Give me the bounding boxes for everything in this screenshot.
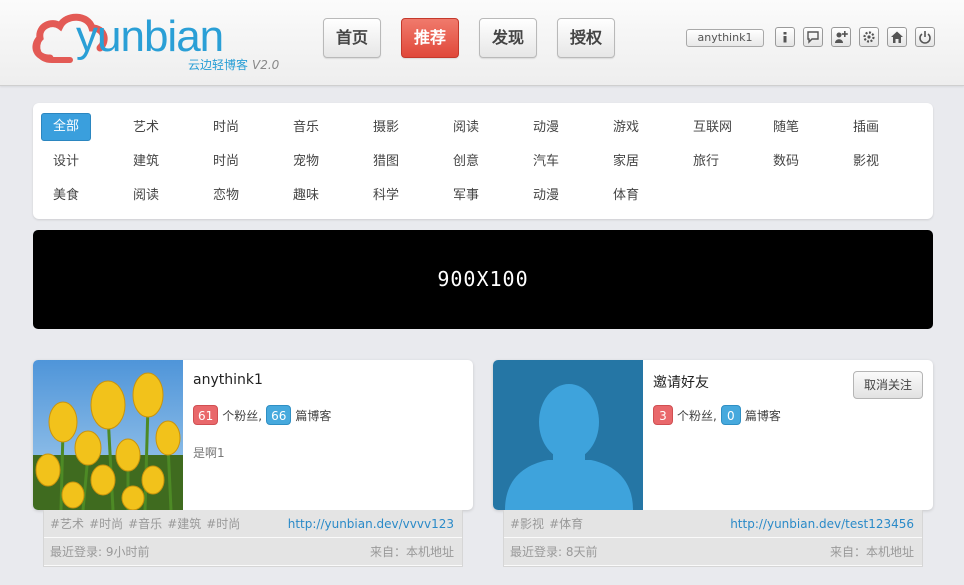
- user-card-footer: #艺术 #时尚 #音乐 #建筑 #时尚 http://yunbian.dev/vvvv1…: [43, 510, 463, 567]
- message-button[interactable]: [803, 27, 823, 47]
- tag[interactable]: #建筑: [167, 517, 201, 531]
- category-item[interactable]: 猎图: [361, 148, 411, 176]
- category-item[interactable]: 体育: [601, 182, 651, 210]
- category-item[interactable]: 旅行: [681, 148, 731, 176]
- user-card[interactable]: anythink1 61 个粉丝, 66 篇博客 是啊1: [33, 360, 473, 510]
- tag[interactable]: #时尚: [89, 517, 123, 531]
- category-item[interactable]: 军事: [441, 182, 491, 210]
- user-stats: 61 个粉丝, 66 篇博客: [193, 405, 335, 425]
- username-button[interactable]: anythink1: [686, 29, 764, 47]
- info-button[interactable]: [775, 27, 795, 47]
- category-item[interactable]: 趣味: [281, 182, 331, 210]
- category-item[interactable]: 时尚: [201, 114, 251, 142]
- add-friend-button[interactable]: [831, 27, 851, 47]
- top-header: yunbian 云边轻博客 V2.0 首页 推荐 发现 授权 anythink1: [0, 0, 964, 86]
- category-panel: 全部 艺术 时尚 音乐 摄影 阅读 动漫 游戏 互联网 随笔 插画 设计 建筑 …: [33, 103, 933, 219]
- tag-list: #影视 #体育: [510, 510, 588, 538]
- tag[interactable]: #时尚: [206, 517, 240, 531]
- power-icon: [919, 31, 931, 44]
- user-blog-link[interactable]: http://yunbian.dev/test123456: [730, 510, 914, 538]
- blogs-label: 篇博客: [295, 408, 332, 423]
- category-item[interactable]: 恋物: [201, 182, 251, 210]
- fans-label: 个粉丝,: [222, 408, 263, 423]
- category-item[interactable]: 动漫: [521, 114, 571, 142]
- user-blog-link[interactable]: http://yunbian.dev/vvvv123: [288, 510, 454, 538]
- category-item[interactable]: 阅读: [121, 182, 171, 210]
- fans-count-badge[interactable]: 61: [193, 405, 219, 425]
- tag[interactable]: #艺术: [50, 517, 84, 531]
- category-all[interactable]: 全部: [41, 113, 91, 141]
- category-item[interactable]: 影视: [841, 148, 891, 176]
- category-item[interactable]: 阅读: [441, 114, 491, 142]
- category-item[interactable]: 随笔: [761, 114, 811, 142]
- category-item[interactable]: 建筑: [121, 148, 171, 176]
- message-icon: [807, 31, 819, 44]
- last-login: 最近登录: 9小时前: [50, 545, 150, 559]
- category-item[interactable]: 美食: [41, 182, 91, 210]
- nav-recommend-button[interactable]: 推荐: [401, 18, 459, 58]
- tags-row: #影视 #体育 http://yunbian.dev/test123456: [504, 510, 922, 538]
- blog-count-badge[interactable]: 66: [266, 405, 292, 425]
- nav-discover-button[interactable]: 发现: [479, 18, 537, 58]
- settings-button[interactable]: [859, 27, 879, 47]
- last-login: 最近登录: 8天前: [510, 545, 598, 559]
- home-icon: [891, 31, 903, 43]
- tulips-image: [33, 360, 183, 510]
- user-card[interactable]: 邀请好友 取消关注 3 个粉丝, 0 篇博客: [493, 360, 933, 510]
- category-item[interactable]: 动漫: [521, 182, 571, 210]
- category-item[interactable]: 时尚: [201, 148, 251, 176]
- logo-tagline: 云边轻博客 V2.0: [188, 56, 279, 73]
- user-photo[interactable]: [493, 360, 643, 510]
- fans-count-badge[interactable]: 3: [653, 405, 673, 425]
- login-source: 来自：本机地址: [829, 545, 914, 559]
- category-item[interactable]: 科学: [361, 182, 411, 210]
- category-item[interactable]: 互联网: [681, 114, 747, 142]
- add-friend-icon: [835, 31, 848, 43]
- blogs-label: 篇博客: [744, 408, 781, 423]
- login-row: 最近登录: 9小时前 来自：本机地址: [44, 538, 462, 566]
- fans-label: 个粉丝,: [677, 408, 717, 423]
- category-item[interactable]: 音乐: [281, 114, 331, 142]
- category-item[interactable]: 宠物: [281, 148, 331, 176]
- category-item[interactable]: 数码: [761, 148, 811, 176]
- ad-banner[interactable]: 900X100: [33, 230, 933, 329]
- category-item[interactable]: 设计: [41, 148, 91, 176]
- tag-list: #艺术 #时尚 #音乐 #建筑 #时尚: [50, 510, 245, 538]
- default-avatar-icon: [493, 360, 643, 510]
- category-item[interactable]: 摄影: [361, 114, 411, 142]
- user-photo[interactable]: [33, 360, 183, 510]
- tagline-text: 云边轻博客: [188, 58, 249, 72]
- login-source: 来自：本机地址: [369, 545, 454, 559]
- category-item[interactable]: 游戏: [601, 114, 651, 142]
- category-item[interactable]: 艺术: [121, 114, 171, 142]
- tag[interactable]: #影视: [510, 517, 544, 531]
- logout-button[interactable]: [915, 27, 935, 47]
- unfollow-button[interactable]: 取消关注: [853, 371, 923, 399]
- info-icon: [783, 32, 787, 43]
- login-row: 最近登录: 8天前 来自：本机地址: [504, 538, 922, 566]
- tag[interactable]: #音乐: [128, 517, 162, 531]
- category-item[interactable]: 汽车: [521, 148, 571, 176]
- user-name[interactable]: 邀请好友: [653, 372, 709, 392]
- user-card-footer: #影视 #体育 http://yunbian.dev/test123456 最近登…: [503, 510, 923, 567]
- settings-icon: [863, 31, 875, 43]
- user-stats: 3 个粉丝, 0 篇博客: [653, 405, 785, 425]
- user-name[interactable]: anythink1: [193, 372, 263, 388]
- tag[interactable]: #体育: [549, 517, 583, 531]
- nav-home-button[interactable]: 首页: [323, 18, 381, 58]
- nav-authorize-button[interactable]: 授权: [557, 18, 615, 58]
- logo-wordmark: yunbian: [76, 12, 224, 61]
- version-text: V2.0: [252, 58, 280, 72]
- tags-row: #艺术 #时尚 #音乐 #建筑 #时尚 http://yunbian.dev/vvvv1…: [44, 510, 462, 538]
- blog-count-badge[interactable]: 0: [720, 405, 741, 425]
- home-button[interactable]: [887, 27, 907, 47]
- category-item[interactable]: 家居: [601, 148, 651, 176]
- category-item[interactable]: 创意: [441, 148, 491, 176]
- site-logo[interactable]: yunbian 云边轻博客 V2.0: [30, 8, 290, 74]
- user-bio: 是啊1: [193, 446, 225, 460]
- category-item[interactable]: 插画: [841, 114, 891, 142]
